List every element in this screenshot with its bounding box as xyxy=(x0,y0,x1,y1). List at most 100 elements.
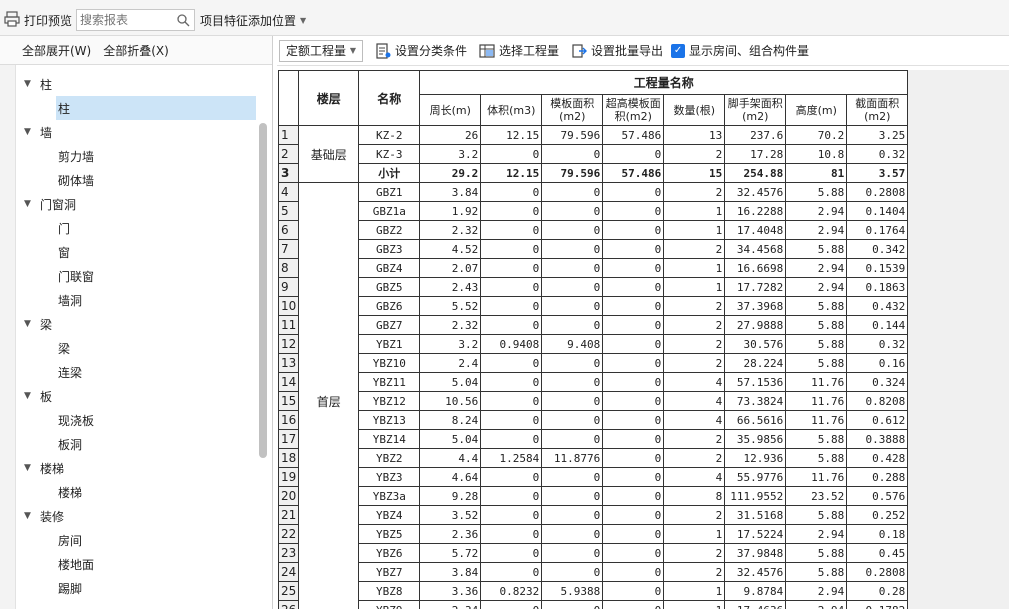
table-row[interactable]: 6 GBZ2 2.32 0 0 0 1 17.4048 2.94 0.1764 xyxy=(278,220,909,240)
row-number[interactable]: 3 xyxy=(278,163,300,183)
tree-item[interactable]: 踢脚 xyxy=(18,576,258,600)
table-row[interactable]: 11 GBZ7 2.32 0 0 0 2 27.9888 5.88 0.144 xyxy=(278,315,909,335)
choose-quantity-button[interactable]: 选择工程量 xyxy=(479,42,559,59)
table-row[interactable]: 23 YBZ6 5.72 0 0 0 2 37.9848 5.88 0.45 xyxy=(278,543,909,563)
column-header[interactable]: 体积(m3) xyxy=(480,94,543,126)
expand-toggle-icon[interactable]: ▼ xyxy=(24,127,40,137)
table-row[interactable]: 22 YBZ5 2.36 0 0 0 1 17.5224 2.94 0.18 xyxy=(278,524,909,544)
tree-scrollbar[interactable] xyxy=(259,123,267,458)
row-number[interactable]: 24 xyxy=(278,562,300,582)
set-batch-export-button[interactable]: 设置批量导出 xyxy=(571,42,663,59)
table-row[interactable]: 14 YBZ11 5.04 0 0 0 4 57.1536 11.76 0.324 xyxy=(278,372,909,392)
tree-item[interactable]: 楼梯 xyxy=(18,480,258,504)
column-header[interactable]: 周长(m) xyxy=(419,94,482,126)
tree-item[interactable]: 房间 xyxy=(18,528,258,552)
report-search-input[interactable] xyxy=(77,10,173,30)
row-number[interactable]: 4 xyxy=(278,182,300,202)
row-number[interactable]: 5 xyxy=(278,201,300,221)
row-number[interactable]: 23 xyxy=(278,543,300,563)
tree-item[interactable]: 窗 xyxy=(18,240,258,264)
row-number[interactable]: 8 xyxy=(278,258,300,278)
tree-category[interactable]: ▼ 梁 xyxy=(18,312,258,336)
expand-all-button[interactable]: 全部展开(W) xyxy=(22,42,91,59)
subtotal-row[interactable]: 3 小计 29.2 12.15 79.596 57.486 15 254.88 81 3.57 xyxy=(278,163,909,183)
table-row[interactable]: 12 YBZ1 3.2 0.9408 9.408 0 2 30.576 5.88 0.32 xyxy=(278,334,909,354)
row-number[interactable]: 10 xyxy=(278,296,300,316)
row-number[interactable]: 2 xyxy=(278,144,300,164)
table-row[interactable]: 8 GBZ4 2.07 0 0 0 1 16.6698 2.94 0.1539 xyxy=(278,258,909,278)
tree-item[interactable]: 柱 xyxy=(56,96,256,120)
row-number[interactable]: 19 xyxy=(278,467,300,487)
tree-item[interactable]: 门 xyxy=(18,216,258,240)
table-row[interactable]: 25 YBZ8 3.36 0.8232 5.9388 0 1 9.8784 2.94 0.28 xyxy=(278,581,909,601)
expand-toggle-icon[interactable]: ▼ xyxy=(24,79,40,89)
row-number[interactable]: 18 xyxy=(278,448,300,468)
table-row[interactable]: 5 GBZ1a 1.92 0 0 0 1 16.2288 2.94 0.1404 xyxy=(278,201,909,221)
table-row[interactable]: 1 基础层 KZ-2 26 12.15 79.596 57.486 13 237.6 70.2 3.… xyxy=(278,125,909,183)
table-row[interactable]: 17 YBZ14 5.04 0 0 0 2 35.9856 5.88 0.3888 xyxy=(278,429,909,449)
expand-toggle-icon[interactable]: ▼ xyxy=(24,391,40,401)
print-preview-button[interactable]: 打印预览 xyxy=(4,10,72,30)
row-number[interactable]: 9 xyxy=(278,277,300,297)
row-number[interactable]: 11 xyxy=(278,315,300,335)
table-row[interactable]: 19 YBZ3 4.64 0 0 0 4 55.9776 11.76 0.288 xyxy=(278,467,909,487)
table-row[interactable]: 7 GBZ3 4.52 0 0 0 2 34.4568 5.88 0.342 xyxy=(278,239,909,259)
row-number[interactable]: 12 xyxy=(278,334,300,354)
expand-toggle-icon[interactable]: ▼ xyxy=(24,463,40,473)
expand-toggle-icon[interactable]: ▼ xyxy=(24,199,40,209)
tree-category[interactable]: ▼ 门窗洞 xyxy=(18,192,258,216)
row-number[interactable]: 6 xyxy=(278,220,300,240)
show-room-checkbox[interactable]: ✓ 显示房间、组合构件量 xyxy=(671,42,809,59)
column-header[interactable]: 模板面积(m2) xyxy=(541,94,604,126)
row-number[interactable]: 14 xyxy=(278,372,300,392)
row-number[interactable]: 20 xyxy=(278,486,300,506)
tree-category[interactable]: ▼ 墙 xyxy=(18,120,258,144)
table-row[interactable]: 9 GBZ5 2.43 0 0 0 1 17.7282 2.94 0.1863 xyxy=(278,277,909,297)
tree-item[interactable]: 梁 xyxy=(18,336,258,360)
feature-position-dropdown[interactable]: 项目特征添加位置 ▼ xyxy=(200,12,306,29)
tree-item[interactable]: 板洞 xyxy=(18,432,258,456)
tree-item[interactable]: 连梁 xyxy=(18,360,258,384)
column-header[interactable]: 数量(根) xyxy=(663,94,726,126)
column-header[interactable]: 高度(m) xyxy=(785,94,848,126)
table-row[interactable]: 18 YBZ2 4.4 1.2584 11.8776 0 2 12.936 5.88 0.428 xyxy=(278,448,909,468)
column-header[interactable]: 截面面积(m2) xyxy=(846,94,909,126)
row-number[interactable]: 25 xyxy=(278,581,300,601)
row-number[interactable]: 13 xyxy=(278,353,300,373)
row-number[interactable]: 26 xyxy=(278,600,300,609)
table-row[interactable]: 16 YBZ13 8.24 0 0 0 4 66.5616 11.76 0.612 xyxy=(278,410,909,430)
tree-item[interactable]: 现浇板 xyxy=(18,408,258,432)
tree-item[interactable]: 门联窗 xyxy=(18,264,258,288)
search-icon[interactable] xyxy=(176,13,190,27)
column-header[interactable]: 脚手架面积(m2) xyxy=(724,94,787,126)
row-number[interactable]: 17 xyxy=(278,429,300,449)
row-number[interactable]: 21 xyxy=(278,505,300,525)
row-number[interactable]: 22 xyxy=(278,524,300,544)
column-header[interactable]: 超高模板面积(m2) xyxy=(602,94,665,126)
row-number[interactable]: 16 xyxy=(278,410,300,430)
expand-toggle-icon[interactable]: ▼ xyxy=(24,511,40,521)
tree-item[interactable]: 砌体墙 xyxy=(18,168,258,192)
expand-toggle-icon[interactable]: ▼ xyxy=(24,319,40,329)
tree-category[interactable]: ▼ 板 xyxy=(18,384,258,408)
row-number[interactable]: 15 xyxy=(278,391,300,411)
tree-item[interactable]: 墙洞 xyxy=(18,288,258,312)
table-row[interactable]: 24 YBZ7 3.84 0 0 0 2 32.4576 5.88 0.2808 xyxy=(278,562,909,582)
table-row[interactable]: 10 GBZ6 5.52 0 0 0 2 37.3968 5.88 0.432 xyxy=(278,296,909,316)
set-category-button[interactable]: 设置分类条件 xyxy=(375,42,467,59)
tree-item[interactable]: 剪力墙 xyxy=(18,144,258,168)
tree-category[interactable]: ▼ 柱 xyxy=(18,72,258,96)
table-row[interactable]: 21 YBZ4 3.52 0 0 0 2 31.5168 5.88 0.252 xyxy=(278,505,909,525)
table-row[interactable]: 2 KZ-3 3.2 0 0 0 2 17.28 10.8 0.32 xyxy=(278,144,909,164)
tree-category[interactable]: ▼ 楼梯 xyxy=(18,456,258,480)
table-row[interactable]: 13 YBZ10 2.4 0 0 0 2 28.224 5.88 0.16 xyxy=(278,353,909,373)
tree-item[interactable]: 楼地面 xyxy=(18,552,258,576)
row-number[interactable]: 1 xyxy=(278,125,300,145)
table-row[interactable]: 20 YBZ3a 9.28 0 0 0 8 111.9552 23.52 0.576 xyxy=(278,486,909,506)
table-row[interactable]: 15 YBZ12 10.56 0 0 0 4 73.3824 11.76 0.8208 xyxy=(278,391,909,411)
tree-category[interactable]: ▼ 装修 xyxy=(18,504,258,528)
collapse-all-button[interactable]: 全部折叠(X) xyxy=(103,42,169,59)
table-row[interactable]: 26YBZ92.34000117.46362.940.1782 xyxy=(278,600,909,609)
quantity-type-select[interactable]: 定额工程量 ▼ xyxy=(279,39,363,62)
table-row[interactable]: 4 首层 GBZ1 3.84 0 0 0 2 32.4576 5.88 0.2808 xyxy=(278,182,909,609)
